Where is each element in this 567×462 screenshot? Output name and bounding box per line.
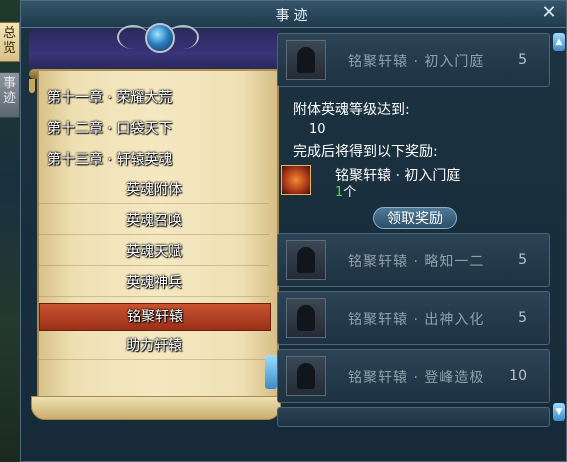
scroll-up-icon[interactable]: ▲ — [553, 33, 565, 51]
close-icon[interactable]: ✕ — [538, 3, 560, 23]
chapter-item[interactable]: 第十二章 · 口袋天下 — [47, 116, 267, 142]
achievement-name: 铭聚轩辕 · 出神入化 — [348, 312, 485, 328]
achievement-name: 铭聚轩辕 · 略知一二 — [348, 254, 485, 270]
achievement-icon — [286, 40, 326, 80]
achievement-points: 5 — [518, 252, 527, 268]
chapter-item[interactable]: 第十三章 · 轩辕英魂 — [47, 147, 267, 173]
list-scrollbar[interactable]: ▲ ▼ — [553, 31, 565, 421]
reward-label: 完成后将得到以下奖励: — [293, 144, 438, 160]
achievement-points: 5 — [518, 310, 527, 326]
achievement-icon — [286, 240, 326, 280]
achievement-name: 铭聚轩辕 · 登峰造极 — [348, 370, 485, 386]
achievement-icon — [286, 356, 326, 396]
tassel-left-icon — [29, 79, 35, 93]
scroll-down-icon[interactable]: ▼ — [553, 403, 565, 421]
tab-deeds[interactable]: 事迹 — [0, 72, 20, 118]
game-world-background — [0, 0, 22, 462]
chapter-item[interactable]: 第十一章 · 荣耀大荒 — [47, 85, 267, 111]
gem-ornament-icon — [145, 23, 175, 53]
reward-unit: 个 — [343, 185, 357, 200]
reward-item-icon[interactable] — [281, 165, 311, 195]
achievement-detail: 附体英魂等级达到: 10 完成后将得到以下奖励: 铭聚轩辕 · 初入门庭 1个 … — [277, 85, 550, 231]
achievement-card-partial[interactable] — [277, 407, 550, 427]
achievement-card[interactable]: 铭聚轩辕 · 初入门庭 5 — [277, 33, 550, 87]
sub-item[interactable]: 英魂神兵 — [39, 270, 269, 297]
sub-item[interactable]: 助力轩辕 — [39, 333, 269, 360]
sub-item[interactable]: 英魂天赋 — [39, 239, 269, 266]
achievement-list: 铭聚轩辕 · 初入门庭 5 附体英魂等级达到: 10 完成后将得到以下奖励: 铭… — [277, 29, 552, 459]
achievement-points: 10 — [509, 368, 527, 384]
sub-item[interactable]: 英魂附体 — [39, 177, 269, 204]
requirement-value: 10 — [309, 122, 326, 137]
achievement-points: 5 — [518, 52, 527, 68]
title-bar: 事迹 ✕ — [21, 1, 566, 28]
collapse-arrow-icon[interactable] — [265, 355, 277, 389]
scroll-bottom-ornament — [31, 396, 281, 420]
claim-reward-button[interactable]: 领取奖励 — [373, 207, 457, 229]
achievement-name: 铭聚轩辕 · 初入门庭 — [348, 54, 485, 70]
achievement-card[interactable]: 铭聚轩辕 · 出神入化 5 — [277, 291, 550, 345]
deeds-window: 事迹 ✕ 第十一章 · 荣耀大荒 第十二章 · 口袋天下 第十三章 · 轩辕英魂… — [20, 0, 567, 462]
achievement-icon — [286, 298, 326, 338]
window-title: 事迹 — [275, 8, 312, 24]
tab-overview[interactable]: 总览 — [0, 22, 20, 62]
sub-item[interactable]: 英魂召唤 — [39, 208, 269, 235]
achievement-card[interactable]: 铭聚轩辕 · 登峰造极 10 — [277, 349, 550, 403]
reward-count-line: 1个 — [335, 181, 356, 200]
sub-item-selected[interactable]: 铭聚轩辕 — [39, 303, 271, 331]
requirement-label: 附体英魂等级达到: — [293, 102, 410, 118]
achievement-card[interactable]: 铭聚轩辕 · 略知一二 5 — [277, 233, 550, 287]
